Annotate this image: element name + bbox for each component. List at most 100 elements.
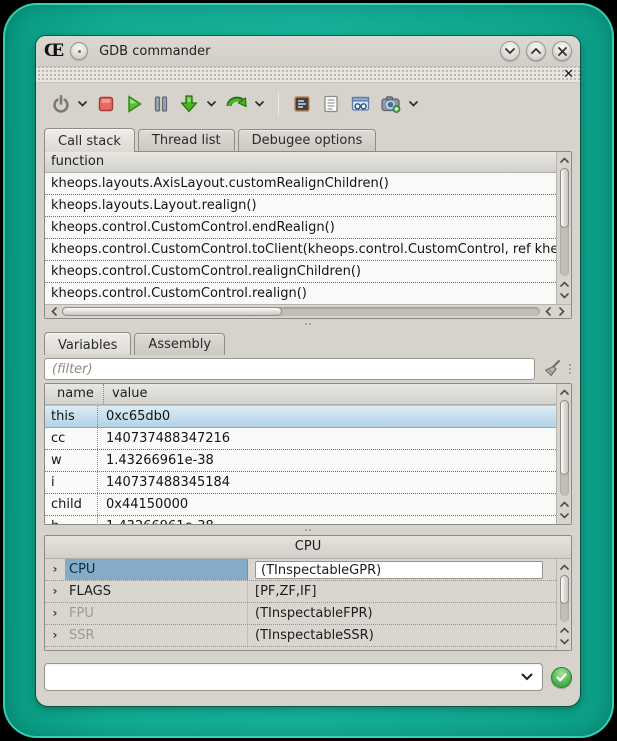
watches-view-button[interactable] <box>347 89 374 119</box>
panel-splitter[interactable] <box>36 319 580 329</box>
power-button[interactable] <box>48 89 74 119</box>
tab-debugee-options[interactable]: Debugee options <box>238 129 377 151</box>
expand-chevron-icon[interactable]: › <box>45 581 65 602</box>
scrollbar-thumb[interactable] <box>560 575 569 604</box>
scroll-down-icon[interactable] <box>557 290 571 302</box>
command-combobox[interactable] <box>44 663 543 691</box>
column-name[interactable]: name <box>51 384 103 404</box>
command-row <box>44 662 572 692</box>
callstack-list[interactable]: function kheops.layouts.AxisLayout.custo… <box>45 152 556 304</box>
tab-variables[interactable]: Variables <box>44 332 131 356</box>
scrollbar-thumb[interactable] <box>560 400 569 475</box>
variable-row[interactable]: h 1.43266961e-38 <box>45 516 556 524</box>
variables-table-header[interactable]: name value <box>45 384 556 405</box>
scrollbar-thumb[interactable] <box>560 168 569 228</box>
step-over-dropdown[interactable] <box>254 89 265 119</box>
register-group-name[interactable]: CPU <box>65 559 248 580</box>
cpu-register-row[interactable]: › SSR (TInspectableSSR) <box>45 625 556 647</box>
gdb-commander-window: Œ GDB commander ✕ <box>36 36 580 706</box>
resize-grip[interactable] <box>569 364 572 374</box>
cpu-vertical-scrollbar[interactable] <box>556 559 571 650</box>
chevron-down-icon[interactable] <box>521 673 533 681</box>
cpu-register-row[interactable]: › CPU (TInspectableGPR) <box>45 559 556 581</box>
pause-button[interactable] <box>150 89 172 119</box>
chevron-up-icon <box>531 48 541 54</box>
callstack-vertical-scrollbar[interactable] <box>556 152 571 304</box>
variable-value: 0xc65db0 <box>97 406 556 427</box>
tab-call-stack[interactable]: Call stack <box>44 128 135 152</box>
step-into-icon <box>178 94 200 114</box>
scrollbar-track[interactable] <box>560 400 569 496</box>
scroll-up-icon[interactable] <box>557 498 571 510</box>
scroll-right-icon[interactable] <box>556 306 568 318</box>
window-menu-button[interactable] <box>70 42 88 60</box>
column-value[interactable]: value <box>103 384 550 404</box>
variable-row[interactable]: w 1.43266961e-38 <box>45 450 556 472</box>
variable-row[interactable]: i 140737488345184 <box>45 472 556 494</box>
scroll-up-icon[interactable] <box>557 386 571 398</box>
stack-frame-row[interactable]: kheops.control.CustomControl.realign() <box>45 283 556 304</box>
variables-table[interactable]: name value this 0xc65db0 cc 140737488347… <box>45 384 556 524</box>
register-group-name[interactable]: SSR <box>65 625 248 646</box>
scroll-up-icon[interactable] <box>557 278 571 290</box>
check-ok-icon <box>556 673 567 682</box>
callstack-horizontal-scrollbar[interactable] <box>45 304 571 318</box>
scroll-down-icon[interactable] <box>557 636 571 648</box>
scrollbar-thumb[interactable] <box>62 307 282 316</box>
scrollbar-track[interactable] <box>560 168 569 276</box>
variables-vertical-scrollbar[interactable] <box>556 384 571 524</box>
scroll-up-icon[interactable] <box>557 624 571 636</box>
scroll-down-icon[interactable] <box>557 510 571 522</box>
callstack-column-header[interactable]: function <box>45 152 556 173</box>
expand-chevron-icon[interactable]: › <box>45 559 65 580</box>
stack-frame-row[interactable]: kheops.control.CustomControl.realignChil… <box>45 261 556 283</box>
panel-splitter[interactable] <box>36 525 580 535</box>
watches-view-icon <box>350 94 371 114</box>
expand-chevron-icon[interactable]: › <box>45 625 65 646</box>
output-view-button[interactable] <box>318 89 344 119</box>
scrollbar-track[interactable] <box>62 307 540 316</box>
stack-frame-row[interactable]: kheops.control.CustomControl.endRealign(… <box>45 217 556 239</box>
cpu-view-button[interactable] <box>289 89 315 119</box>
step-into-dropdown[interactable] <box>206 89 217 119</box>
cpu-panel-header[interactable]: CPU <box>45 536 571 559</box>
step-into-button[interactable] <box>175 89 203 119</box>
maximize-button[interactable] <box>526 41 546 61</box>
app-logo-icon: Œ <box>44 43 63 60</box>
confirm-command-button[interactable] <box>551 667 572 688</box>
scroll-up-icon[interactable] <box>557 154 571 166</box>
close-button[interactable] <box>552 41 572 61</box>
filter-input[interactable] <box>44 358 535 380</box>
expand-chevron-icon[interactable]: › <box>45 603 65 624</box>
cpu-register-row[interactable]: › FPU (TInspectableFPR) <box>45 603 556 625</box>
variable-row[interactable]: child 0x44150000 <box>45 494 556 516</box>
snapshot-button[interactable] <box>377 89 405 119</box>
scroll-left-icon[interactable] <box>48 306 60 318</box>
register-group-name[interactable]: FPU <box>65 603 248 624</box>
power-dropdown[interactable] <box>77 89 88 119</box>
dock-close-icon[interactable]: ✕ <box>563 67 574 83</box>
stack-frame-row[interactable]: kheops.layouts.Layout.realign() <box>45 195 556 217</box>
cpu-register-row[interactable]: › FLAGS [PF,ZF,IF] <box>45 581 556 603</box>
scroll-left-icon[interactable] <box>542 306 554 318</box>
run-button[interactable] <box>121 89 147 119</box>
stack-frame-row[interactable]: kheops.layouts.AxisLayout.customRealignC… <box>45 173 556 195</box>
tab-assembly[interactable]: Assembly <box>134 333 225 355</box>
register-group-name[interactable]: FLAGS <box>65 581 248 602</box>
stop-button[interactable] <box>94 89 118 119</box>
tab-thread-list[interactable]: Thread list <box>138 129 235 151</box>
scroll-up-icon[interactable] <box>557 561 571 573</box>
dock-handle-bar[interactable]: ✕ <box>36 66 580 83</box>
scrollbar-track[interactable] <box>560 575 569 622</box>
titlebar[interactable]: Œ GDB commander <box>36 36 580 66</box>
minimize-button[interactable] <box>500 41 520 61</box>
snapshot-dropdown[interactable] <box>408 89 419 119</box>
clear-filter-broom-icon[interactable] <box>541 358 563 380</box>
register-value-field[interactable]: (TInspectableGPR) <box>255 561 543 579</box>
pause-icon <box>153 95 169 113</box>
variable-row[interactable]: cc 140737488347216 <box>45 428 556 450</box>
step-over-button[interactable] <box>223 89 251 119</box>
stack-frame-row[interactable]: kheops.control.CustomControl.toClient(kh… <box>45 239 556 261</box>
cpu-register-tree[interactable]: › CPU (TInspectableGPR) › FLAGS [PF,ZF,I… <box>45 559 556 650</box>
variable-row[interactable]: this 0xc65db0 <box>45 405 556 428</box>
